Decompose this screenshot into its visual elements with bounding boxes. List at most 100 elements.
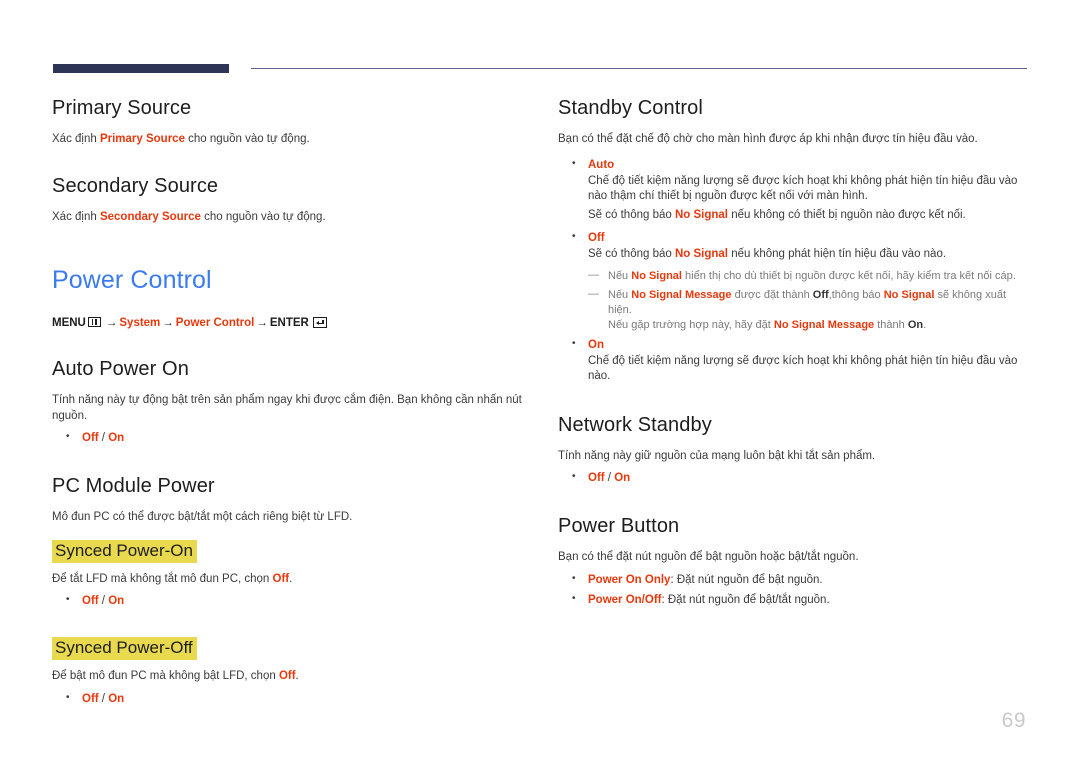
desc-secondary-source-post: cho nguồn vào tự động. bbox=[200, 210, 326, 223]
option-on-line1: Chế độ tiết kiệm năng lượng sẽ được kích… bbox=[588, 354, 1018, 383]
option-auto-line2: Sẽ có thông báo No Signal nếu không có t… bbox=[588, 208, 1028, 224]
desc-synced-power-on-post: . bbox=[289, 572, 293, 585]
option-power-on-off-text: : Đặt nút nguồn để bật/tắt nguồn. bbox=[661, 593, 830, 606]
desc-network-standby: Tính năng này giữ nguồn của mạng luôn bậ… bbox=[558, 449, 876, 462]
desc-synced-power-off: Để bật mô đun PC mà không bật LFD, chọn … bbox=[52, 669, 522, 685]
option-power-on-off: Power On/Off bbox=[588, 593, 662, 606]
option-auto-line2-post: nếu không có thiết bị nguồn nào được kết… bbox=[728, 208, 966, 221]
note2-cont-post: . bbox=[923, 318, 927, 331]
arrow-2: → bbox=[162, 317, 174, 329]
note-item: Nếu No Signal Message được đặt thành Off… bbox=[588, 287, 1028, 333]
option-power-on-only: Power On Only bbox=[588, 573, 671, 586]
option-on: On bbox=[588, 338, 604, 351]
list-item: Power On/Off: Đặt nút nguồn để bật/tắt n… bbox=[558, 591, 1028, 608]
menu-path-breadcrumb: MENU → System → Power Control → ENTER bbox=[52, 315, 522, 331]
note1-pre: Nếu bbox=[608, 269, 632, 282]
menu-item-system: System bbox=[119, 317, 161, 329]
note-item: Nếu No Signal hiển thị cho dù thiết bị n… bbox=[588, 268, 1028, 284]
note2-cont-pre: Nếu gặp trường hợp này, hãy đặt bbox=[608, 318, 774, 331]
header-rule bbox=[53, 64, 1027, 73]
term-no-signal-message: No Signal Message bbox=[631, 288, 732, 301]
term-no-signal-message: No Signal Message bbox=[773, 318, 875, 331]
option-off: Off bbox=[82, 692, 99, 705]
desc-primary-source: Xác định Primary Source cho nguồn vào tự… bbox=[52, 132, 522, 148]
list-item: Off / On bbox=[52, 429, 522, 446]
document-page: Primary Source Xác định Primary Source c… bbox=[0, 0, 1080, 763]
desc-secondary-source: Xác định Secondary Source cho nguồn vào … bbox=[52, 210, 522, 226]
desc-synced-power-on-pre: Để tắt LFD mà không tắt mô đun PC, chọn bbox=[52, 572, 273, 585]
note2-cont-mid: thành bbox=[874, 318, 908, 331]
list-item: Off / On bbox=[52, 592, 522, 609]
term-no-signal: No Signal bbox=[883, 288, 935, 301]
left-column: Primary Source Xác định Primary Source c… bbox=[52, 96, 522, 709]
heading-pc-module-power: PC Module Power bbox=[52, 475, 215, 497]
desc-synced-power-off-pre: Để bật mô đun PC mà không bật LFD, chọn bbox=[52, 670, 279, 682]
desc-power-button: Bạn có thể đặt nút nguồn để bật nguồn ho… bbox=[558, 551, 859, 563]
heading-auto-power-on: Auto Power On bbox=[52, 358, 189, 380]
list-item: On Chế độ tiết kiệm năng lượng sẽ được k… bbox=[558, 336, 1028, 385]
term-primary-source: Primary Source bbox=[99, 133, 185, 145]
option-separator: / bbox=[98, 595, 109, 607]
options-network-standby: Off / On bbox=[558, 469, 1028, 486]
option-off-line1-pre: Sẽ có thông báo bbox=[588, 248, 675, 260]
term-no-signal: No Signal bbox=[674, 208, 728, 221]
note2-continuation: Nếu gặp trường hợp này, hãy đặt No Signa… bbox=[608, 318, 1028, 333]
option-off-line1-post: nếu không phát hiện tín hiệu đầu vào nào… bbox=[728, 248, 947, 260]
desc-primary-source-pre: Xác định bbox=[52, 133, 100, 145]
desc-synced-power-off-post: . bbox=[295, 670, 299, 682]
note2-mid2: ,thông báo bbox=[828, 288, 884, 301]
options-synced-power-off: Off / On bbox=[52, 690, 522, 707]
heading-standby-control: Standby Control bbox=[558, 97, 703, 119]
term-on: On bbox=[907, 318, 924, 331]
menu-grid-icon bbox=[87, 317, 101, 327]
menu-label: MENU bbox=[52, 317, 86, 329]
notes-standby-off: Nếu No Signal hiển thị cho dù thiết bị n… bbox=[588, 268, 1028, 333]
menu-item-power-control: Power Control bbox=[175, 317, 255, 329]
option-on: On bbox=[108, 692, 125, 705]
header-rule-line bbox=[251, 68, 1027, 69]
option-power-on-only-text: : Đặt nút nguồn để bật nguồn. bbox=[670, 573, 823, 586]
heading-power-button: Power Button bbox=[558, 515, 680, 537]
list-item: Power On Only: Đặt nút nguồn để bật nguồ… bbox=[558, 571, 1028, 588]
arrow-3: → bbox=[256, 317, 268, 329]
option-on: On bbox=[614, 472, 631, 484]
heading-network-standby: Network Standby bbox=[558, 413, 712, 436]
heading-synced-power-off: Synced Power-Off bbox=[52, 637, 197, 660]
options-synced-power-on: Off / On bbox=[52, 592, 522, 609]
right-column: Standby Control Bạn có thể đặt chế độ ch… bbox=[558, 96, 1028, 610]
term-off: Off bbox=[812, 288, 829, 301]
term-synced-power-off-off: Off bbox=[278, 670, 296, 682]
heading-primary-source: Primary Source bbox=[52, 97, 192, 119]
desc-standby-control: Bạn có thể đặt chế độ chờ cho màn hình đ… bbox=[558, 133, 978, 145]
page-number: 69 bbox=[1001, 709, 1026, 732]
term-no-signal: No Signal bbox=[631, 269, 682, 282]
options-power-button: Power On Only: Đặt nút nguồn để bật nguồ… bbox=[558, 571, 1028, 608]
desc-secondary-source-pre: Xác định bbox=[52, 210, 100, 223]
desc-synced-power-on: Để tắt LFD mà không tắt mô đun PC, chọn … bbox=[52, 572, 522, 588]
note2-mid1: được đặt thành bbox=[731, 288, 813, 301]
option-auto-line1: Chế độ tiết kiệm năng lượng sẽ được kích… bbox=[588, 174, 1018, 203]
heading-power-control: Power Control bbox=[52, 266, 212, 294]
list-item: Off / On bbox=[558, 469, 1028, 486]
option-auto-line2-pre: Sẽ có thông báo bbox=[588, 208, 675, 221]
options-auto-power-on: Off / On bbox=[52, 429, 522, 446]
option-on: On bbox=[108, 432, 125, 444]
note2-pre: Nếu bbox=[608, 288, 632, 301]
list-item: Off Sẽ có thông báo No Signal nếu không … bbox=[558, 229, 1028, 333]
term-no-signal: No Signal bbox=[674, 248, 728, 260]
option-off: Off bbox=[82, 432, 99, 444]
option-on: On bbox=[108, 595, 125, 607]
heading-synced-power-on: Synced Power-On bbox=[52, 539, 197, 563]
term-synced-power-on-off: Off bbox=[272, 572, 290, 585]
options-standby-control: Auto Chế độ tiết kiệm năng lượng sẽ được… bbox=[558, 156, 1028, 385]
note1-post: hiển thị cho dù thiết bị nguồn được kết … bbox=[681, 269, 1016, 282]
term-secondary-source: Secondary Source bbox=[99, 210, 201, 223]
enter-key-icon bbox=[312, 316, 327, 328]
option-auto: Auto bbox=[588, 158, 615, 171]
